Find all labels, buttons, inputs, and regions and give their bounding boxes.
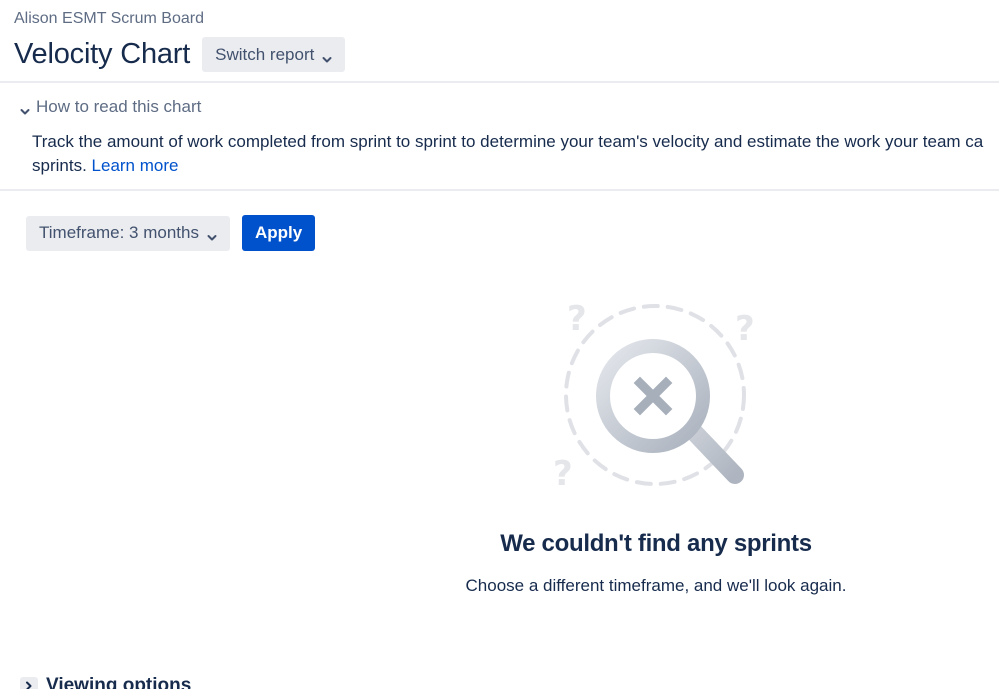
timeframe-dropdown[interactable]: Timeframe: 3 months [26, 215, 230, 251]
viewing-options-label: Viewing options [46, 675, 192, 689]
chart-description: Track the amount of work completed from … [32, 130, 999, 178]
how-to-read-toggle[interactable]: How to read this chart [20, 97, 201, 117]
filter-bar: Timeframe: 3 months Apply [26, 215, 316, 251]
description-divider [0, 189, 999, 191]
chevron-down-icon [20, 102, 30, 115]
switch-report-button[interactable]: Switch report [202, 37, 346, 72]
velocity-report-page: Alison ESMT Scrum Board Velocity Chart S… [0, 0, 999, 689]
title-row: Velocity Chart Switch report [14, 37, 346, 72]
header-divider [0, 81, 999, 83]
description-line-2: sprints. Learn more [32, 154, 999, 178]
svg-text:?: ? [567, 299, 587, 339]
breadcrumb[interactable]: Alison ESMT Scrum Board [14, 10, 204, 28]
apply-button[interactable]: Apply [241, 215, 316, 251]
chevron-right-icon [20, 677, 38, 689]
empty-state-title: We couldn't find any sprints [500, 530, 812, 557]
chevron-down-icon [322, 50, 332, 62]
description-line-1: Track the amount of work completed from … [32, 132, 984, 151]
magnifier-x-icon: ? ? ? [545, 290, 770, 495]
description-line-2-text: sprints. [32, 156, 87, 175]
page-title: Velocity Chart [14, 38, 191, 70]
learn-more-link[interactable]: Learn more [92, 156, 179, 175]
svg-text:?: ? [735, 309, 755, 349]
timeframe-label: Timeframe: 3 months [39, 223, 199, 242]
empty-state-subtitle: Choose a different timeframe, and we'll … [465, 576, 847, 595]
viewing-options-toggle[interactable]: Viewing options [20, 675, 191, 689]
svg-text:?: ? [553, 454, 573, 494]
chevron-down-icon [207, 228, 217, 241]
switch-report-label: Switch report [215, 44, 315, 64]
how-to-read-label: How to read this chart [36, 97, 202, 116]
